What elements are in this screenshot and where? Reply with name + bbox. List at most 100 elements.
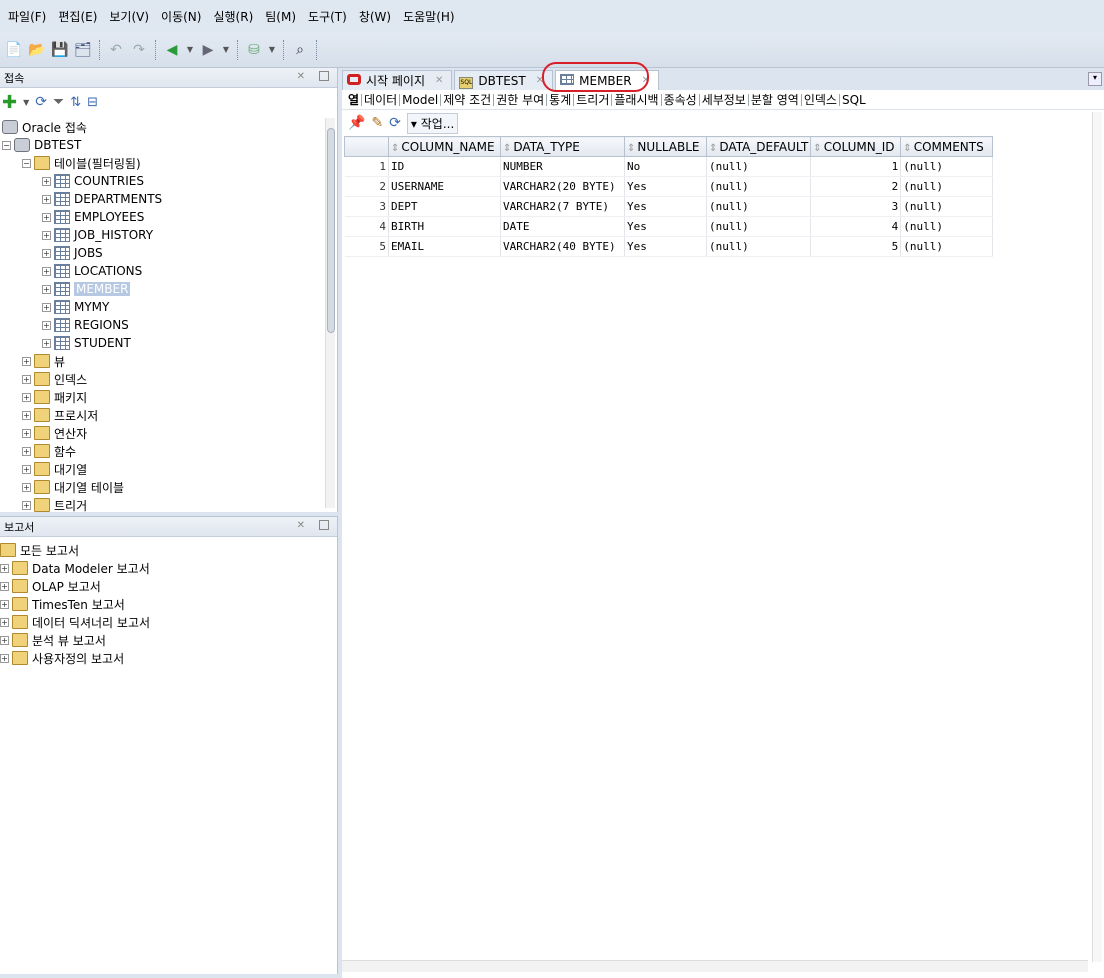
subtab[interactable]: 트리거 bbox=[574, 93, 613, 106]
table-row[interactable]: 4 BIRTH DATE Yes (null) 4 (null) bbox=[344, 216, 994, 237]
close-icon[interactable]: ✕ bbox=[297, 71, 305, 82]
tree-item[interactable]: + STUDENT bbox=[0, 334, 324, 352]
nullable-cell[interactable]: Yes bbox=[624, 216, 707, 237]
tab-시작-페이지[interactable]: 시작 페이지 ✕ bbox=[342, 70, 453, 90]
expand-icon[interactable]: + bbox=[22, 392, 31, 402]
redo-icon[interactable]: ↷ bbox=[129, 40, 149, 60]
nullable-cell[interactable]: No bbox=[624, 156, 707, 177]
sql-worksheet-icon[interactable]: ⛁ bbox=[244, 40, 264, 60]
subtab[interactable]: 권한 부여 bbox=[494, 93, 548, 106]
binoculars-icon[interactable]: ⌕ bbox=[290, 40, 310, 60]
expand-icon[interactable]: + bbox=[22, 410, 31, 420]
column-name-cell[interactable]: BIRTH bbox=[388, 216, 501, 237]
tab-list-icon[interactable]: ▾ bbox=[1088, 72, 1102, 86]
report-item[interactable]: + 데이터 딕셔너리 보고서 bbox=[0, 613, 150, 631]
tree-item[interactable]: + 대기열 테이블 bbox=[0, 478, 324, 496]
report-item[interactable]: 모든 보고서 bbox=[0, 541, 150, 559]
collapse-icon[interactable]: ⊟ bbox=[87, 95, 98, 110]
tree-item[interactable]: + 함수 bbox=[0, 442, 324, 460]
table-row[interactable]: 5 EMAIL VARCHAR2(40 BYTE) Yes (null) 5 (null) bbox=[344, 236, 994, 257]
expand-icon[interactable]: + bbox=[0, 653, 9, 663]
column-id-cell[interactable]: 1 bbox=[810, 156, 902, 177]
subtab[interactable]: Model bbox=[400, 93, 442, 106]
report-item[interactable]: + 분석 뷰 보고서 bbox=[0, 631, 150, 649]
column-id-cell[interactable]: 4 bbox=[810, 216, 902, 237]
menu-item[interactable]: 편집(E) bbox=[52, 8, 103, 25]
subtab[interactable]: SQL bbox=[840, 94, 868, 106]
collapse-icon[interactable]: − bbox=[2, 140, 11, 150]
expand-icon[interactable]: + bbox=[42, 212, 51, 222]
tree-item[interactable]: + 트리거 bbox=[0, 496, 324, 512]
data-type-cell[interactable]: NUMBER bbox=[500, 156, 625, 177]
menu-item[interactable]: 실행(R) bbox=[207, 8, 259, 25]
data-type-cell[interactable]: DATE bbox=[500, 216, 625, 237]
column-name-cell[interactable]: EMAIL bbox=[388, 236, 501, 257]
tree-item[interactable]: + LOCATIONS bbox=[0, 262, 324, 280]
undo-icon[interactable]: ↶ bbox=[106, 40, 126, 60]
subtab[interactable]: 제약 조건 bbox=[441, 93, 495, 106]
column-name-cell[interactable]: ID bbox=[388, 156, 501, 177]
tree-item[interactable]: + EMPLOYEES bbox=[0, 208, 324, 226]
open-folder-icon[interactable]: 📂 bbox=[27, 40, 47, 60]
refresh-icon[interactable]: ⟳ bbox=[389, 115, 401, 131]
tree-item[interactable]: + 뷰 bbox=[0, 352, 324, 370]
expand-icon[interactable]: + bbox=[0, 563, 9, 573]
subtab[interactable]: 세부정보 bbox=[700, 93, 749, 106]
expand-icon[interactable]: + bbox=[0, 581, 9, 591]
expand-icon[interactable]: + bbox=[22, 482, 31, 492]
data-default-cell[interactable]: (null) bbox=[706, 176, 812, 197]
expand-icon[interactable]: + bbox=[42, 248, 51, 258]
expand-icon[interactable]: + bbox=[42, 284, 51, 294]
filter-icon[interactable]: ⏷ bbox=[53, 94, 64, 110]
expand-icon[interactable]: + bbox=[22, 374, 31, 384]
data-default-cell[interactable]: (null) bbox=[706, 156, 812, 177]
expand-icon[interactable]: + bbox=[22, 500, 31, 510]
expand-icon[interactable]: + bbox=[0, 617, 9, 627]
menu-item[interactable]: 보기(V) bbox=[103, 8, 155, 25]
subtab[interactable]: 플래시백 bbox=[612, 93, 662, 106]
data-type-cell[interactable]: VARCHAR2(20 BYTE) bbox=[500, 176, 625, 197]
table-row[interactable]: 2 USERNAME VARCHAR2(20 BYTE) Yes (null) 2 (nul… bbox=[344, 176, 994, 197]
expand-icon[interactable]: + bbox=[42, 320, 51, 330]
back-icon[interactable]: ◀ bbox=[162, 40, 182, 60]
chevron-down-icon[interactable]: ▼ bbox=[267, 45, 277, 54]
minimize-icon[interactable] bbox=[319, 520, 329, 530]
column-id-cell[interactable]: 5 bbox=[810, 236, 902, 257]
column-header[interactable]: ⇕ DATA_TYPE bbox=[500, 136, 625, 157]
save-all-icon[interactable]: 🗂 bbox=[73, 40, 93, 60]
menu-item[interactable]: 도구(T) bbox=[302, 8, 353, 25]
refresh-icon[interactable]: ⟳ bbox=[35, 94, 47, 110]
column-header[interactable]: ⇕ COLUMN_ID bbox=[810, 136, 902, 157]
chevron-down-icon[interactable]: ▼ bbox=[221, 45, 231, 54]
comments-cell[interactable]: (null) bbox=[900, 176, 994, 197]
data-default-cell[interactable]: (null) bbox=[706, 196, 812, 217]
tree-item[interactable]: − DBTEST bbox=[0, 136, 324, 154]
column-id-cell[interactable]: 2 bbox=[810, 176, 902, 197]
menu-item[interactable]: 팀(M) bbox=[259, 8, 302, 25]
tree-item[interactable]: + 인덱스 bbox=[0, 370, 324, 388]
tree-item[interactable]: + 연산자 bbox=[0, 424, 324, 442]
expand-icon[interactable]: + bbox=[42, 230, 51, 240]
save-icon[interactable]: 💾 bbox=[50, 40, 70, 60]
nullable-cell[interactable]: Yes bbox=[624, 196, 707, 217]
tree-item[interactable]: + 대기열 bbox=[0, 460, 324, 478]
tree-item[interactable]: Oracle 접속 bbox=[0, 118, 324, 136]
table-row[interactable]: 1 ID NUMBER No (null) 1 (null) bbox=[344, 156, 994, 177]
editor-vertical-scrollbar[interactable] bbox=[1092, 112, 1102, 962]
comments-cell[interactable]: (null) bbox=[900, 196, 994, 217]
new-file-icon[interactable]: 📄 bbox=[4, 40, 24, 60]
menu-item[interactable]: 파일(F) bbox=[2, 8, 52, 25]
expand-icon[interactable]: + bbox=[22, 428, 31, 438]
comments-cell[interactable]: (null) bbox=[900, 156, 994, 177]
pin-icon[interactable]: 📌 bbox=[348, 115, 365, 131]
comments-cell[interactable]: (null) bbox=[900, 236, 994, 257]
subtab[interactable]: 열 bbox=[346, 93, 363, 106]
connections-scrollbar[interactable] bbox=[325, 118, 335, 508]
data-type-cell[interactable]: VARCHAR2(40 BYTE) bbox=[500, 236, 625, 257]
data-type-cell[interactable]: VARCHAR2(7 BYTE) bbox=[500, 196, 625, 217]
column-name-cell[interactable]: USERNAME bbox=[388, 176, 501, 197]
nullable-cell[interactable]: Yes bbox=[624, 176, 707, 197]
editor-horizontal-scrollbar[interactable] bbox=[342, 960, 1088, 972]
subtab[interactable]: 인덱스 bbox=[802, 93, 840, 106]
add-connection-icon[interactable]: ✚ bbox=[2, 92, 17, 113]
